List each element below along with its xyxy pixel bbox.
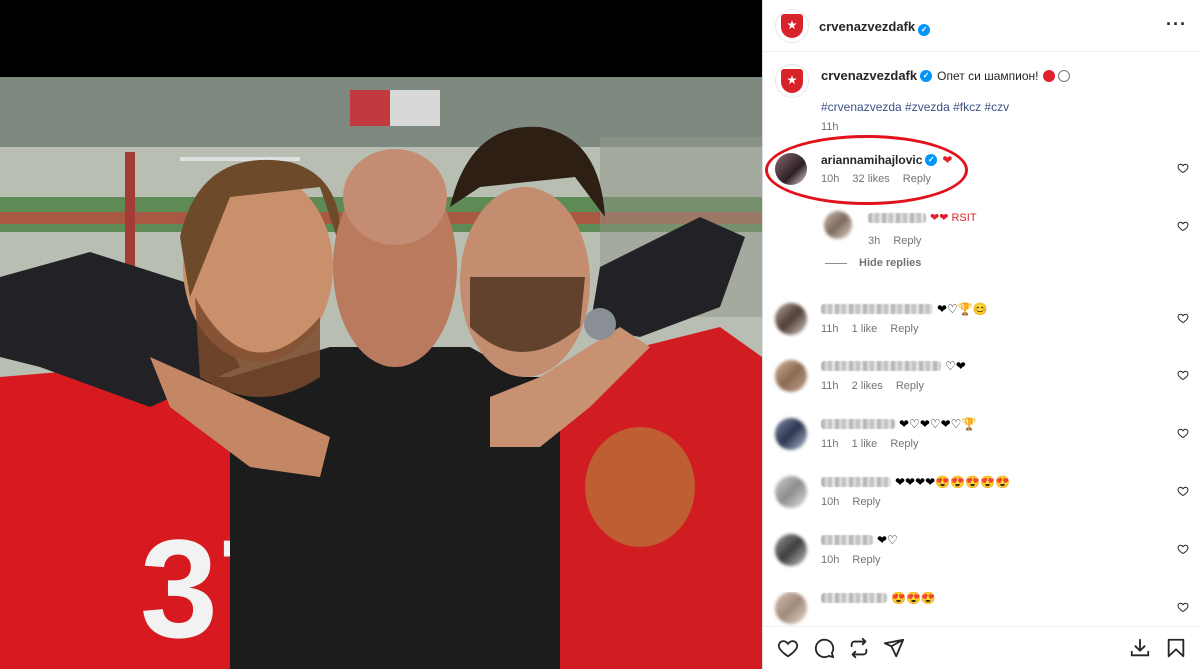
blurred-username[interactable] xyxy=(821,304,933,314)
comment-time: 11h xyxy=(821,323,839,335)
comment-meta: 10h Reply xyxy=(821,496,891,508)
hide-replies-toggle[interactable]: Hide replies xyxy=(825,257,921,269)
post-photo[interactable]: 37 xyxy=(0,77,762,669)
comment-time: 11h xyxy=(821,438,839,450)
comment-time: 10h xyxy=(821,496,840,508)
reply-button[interactable]: Reply xyxy=(890,438,918,450)
blurred-username[interactable] xyxy=(821,361,941,371)
comment-likes[interactable]: 1 like xyxy=(852,438,878,450)
post-actions-bar xyxy=(763,626,1200,669)
blurred-username[interactable] xyxy=(821,535,873,545)
bookmark-icon[interactable] xyxy=(1165,637,1187,659)
comment-time: 11h xyxy=(821,380,839,392)
comment-line: ariannamihajlovic ✓ ❤ xyxy=(821,153,952,167)
reply-button[interactable]: Reply xyxy=(852,496,880,508)
heart-icon[interactable] xyxy=(777,637,799,659)
send-icon[interactable] xyxy=(883,637,905,659)
reply-button[interactable]: Reply xyxy=(903,173,931,185)
repost-icon[interactable] xyxy=(848,637,870,659)
like-comment-heart-icon[interactable] xyxy=(1177,369,1189,381)
comment-line: ❤♡ xyxy=(821,534,898,546)
commenter-avatar[interactable] xyxy=(775,153,807,185)
blurred-username[interactable] xyxy=(821,593,887,603)
comments-panel: crvenazvezdafk ✓ ··· crvenazvezdafk ✓ Опет… xyxy=(762,0,1200,669)
blurred-username[interactable] xyxy=(868,212,926,223)
comment-likes[interactable]: 1 like xyxy=(852,323,878,335)
verified-icon: ✓ xyxy=(920,69,933,82)
post-media: 37 xyxy=(0,0,762,669)
commenter-avatar[interactable] xyxy=(775,476,807,508)
divider-line xyxy=(825,262,847,264)
like-comment-heart-icon[interactable] xyxy=(1177,427,1189,439)
comment-line: ❤❤❤❤😍😍😍😍😍 xyxy=(821,476,1010,488)
commenter-avatar[interactable] xyxy=(775,592,807,624)
like-comment-heart-icon[interactable] xyxy=(1177,485,1189,497)
like-comment-heart-icon[interactable] xyxy=(1177,312,1189,324)
caption-line: crvenazvezdafk ✓ Опет си шампион! xyxy=(821,68,1070,83)
comment-text: ❤♡🏆😊 xyxy=(937,302,988,316)
comment-line: ❤❤ RSIT xyxy=(868,211,977,224)
comment-line: 😍😍😍 xyxy=(821,592,936,604)
white-circle-emoji xyxy=(1057,69,1070,82)
caption-avatar[interactable] xyxy=(775,64,809,98)
comment-text: ❤♡❤♡❤♡🏆 xyxy=(899,417,977,431)
comment-text: ❤❤❤❤😍😍😍😍😍 xyxy=(895,475,1010,489)
like-comment-heart-icon[interactable] xyxy=(1177,543,1189,555)
comment-text: 😍😍😍 xyxy=(891,592,936,605)
blurred-username[interactable] xyxy=(821,419,895,429)
comment-line: ❤♡🏆😊 xyxy=(821,303,988,315)
comment-text: ❤♡ xyxy=(877,533,898,547)
like-comment-heart-icon[interactable] xyxy=(1177,220,1189,232)
reply-button[interactable]: Reply xyxy=(896,380,924,392)
reply-button[interactable]: Reply xyxy=(890,323,918,335)
commenter-avatar[interactable] xyxy=(824,211,852,239)
like-comment-heart-icon[interactable] xyxy=(1177,601,1189,613)
caption-hashtags[interactable]: #crvenazvezda #zvezda #fkcz #czv xyxy=(821,100,1009,114)
download-icon[interactable] xyxy=(1129,637,1151,659)
comment-line: ❤♡❤♡❤♡🏆 xyxy=(821,418,976,430)
commenter-avatar[interactable] xyxy=(775,534,807,566)
comment-meta: 11h 2 likes Reply xyxy=(821,380,934,392)
header-username-row: crvenazvezdafk ✓ xyxy=(819,18,931,36)
hide-replies-label[interactable]: Hide replies xyxy=(859,257,921,269)
comment-time: 3h xyxy=(868,235,881,247)
comment-line: ♡❤ xyxy=(821,360,966,372)
commenter-username[interactable]: ariannamihajlovic xyxy=(821,153,922,167)
header-username[interactable]: crvenazvezdafk xyxy=(819,19,915,34)
post-header: crvenazvezdafk ✓ ··· xyxy=(763,0,1200,52)
comment-meta: 3h Reply xyxy=(868,235,931,247)
account-avatar[interactable] xyxy=(775,9,809,43)
caption-text: Опет си шампион! xyxy=(937,68,1039,83)
comment-meta: 11h 1 like Reply xyxy=(821,323,928,335)
caption-username[interactable]: crvenazvezdafk xyxy=(821,68,917,83)
like-comment-heart-icon[interactable] xyxy=(1177,162,1189,174)
verified-icon: ✓ xyxy=(918,24,931,36)
comment-time: 10h xyxy=(821,554,840,566)
comment-meta: 10h 32 likes Reply xyxy=(821,173,941,185)
verified-icon: ✓ xyxy=(925,154,938,166)
comment-time: 10h xyxy=(821,173,840,185)
photo-illustration: 37 xyxy=(0,77,762,669)
comment-item: 😍😍😍 xyxy=(763,592,1200,626)
comment-text: ❤❤ RSIT xyxy=(930,212,977,224)
red-circle-emoji xyxy=(1042,69,1055,82)
commenter-avatar[interactable] xyxy=(775,418,807,450)
comment-icon[interactable] xyxy=(813,637,835,659)
caption-time: 11h xyxy=(821,121,839,133)
comment-text: ❤ xyxy=(942,153,953,167)
more-options-icon[interactable]: ··· xyxy=(1166,14,1187,35)
comment-meta: 10h Reply xyxy=(821,554,891,566)
comment-meta: 11h 1 like Reply xyxy=(821,438,928,450)
comment-likes[interactable]: 2 likes xyxy=(852,380,883,392)
commenter-avatar[interactable] xyxy=(775,303,807,335)
comment-likes[interactable]: 32 likes xyxy=(852,173,889,185)
blurred-username[interactable] xyxy=(821,477,891,487)
reply-button[interactable]: Reply xyxy=(852,554,880,566)
commenter-avatar[interactable] xyxy=(775,360,807,392)
comment-text: ♡❤ xyxy=(945,359,966,373)
reply-button[interactable]: Reply xyxy=(893,235,921,247)
